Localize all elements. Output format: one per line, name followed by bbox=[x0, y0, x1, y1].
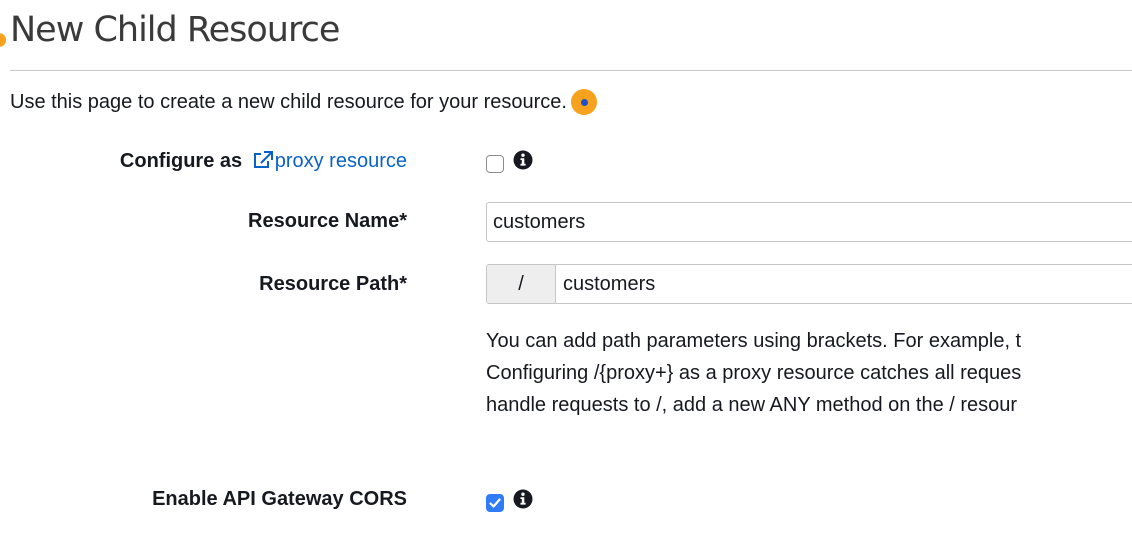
info-icon[interactable] bbox=[513, 150, 533, 170]
help-dot-icon[interactable] bbox=[570, 89, 597, 115]
cors-label: Enable API Gateway CORS bbox=[152, 488, 407, 510]
proxy-label-prefix: Configure as bbox=[119, 150, 243, 172]
proxy-resource-checkbox[interactable] bbox=[486, 155, 504, 173]
proxy-resource-label: Configure as proxy resource bbox=[120, 150, 407, 173]
intro-text: Use this page to create a new child reso… bbox=[10, 90, 567, 113]
path-help-text: You can add path parameters using bracke… bbox=[486, 325, 1132, 421]
path-help-line: handle requests to /, add a new ANY meth… bbox=[486, 394, 1018, 416]
resource-path-label: Resource Path* bbox=[259, 273, 407, 295]
title-divider bbox=[10, 70, 1132, 71]
info-icon[interactable] bbox=[513, 489, 533, 509]
new-child-resource-page: New Child Resource Use this page to crea… bbox=[0, 0, 1132, 556]
resource-name-input[interactable] bbox=[486, 202, 1132, 242]
resource-path-input[interactable] bbox=[556, 265, 1132, 303]
checkmark-icon bbox=[489, 498, 501, 508]
path-help-line: You can add path parameters using bracke… bbox=[486, 330, 1022, 352]
intro: Use this page to create a new child reso… bbox=[10, 89, 597, 115]
resource-name-label: Resource Name* bbox=[248, 210, 407, 232]
edge-help-dot-icon[interactable] bbox=[0, 33, 6, 47]
resource-path-field: / bbox=[486, 264, 1132, 304]
path-help-line: Configuring /{proxy+} as a proxy resourc… bbox=[486, 362, 1022, 384]
proxy-resource-link[interactable]: proxy resource bbox=[248, 150, 407, 172]
cors-checkbox[interactable] bbox=[486, 494, 504, 512]
proxy-link-text: proxy resource bbox=[274, 150, 407, 172]
page-title: New Child Resource bbox=[10, 10, 340, 50]
resource-path-prefix: / bbox=[487, 265, 556, 303]
external-link-icon bbox=[253, 151, 273, 168]
